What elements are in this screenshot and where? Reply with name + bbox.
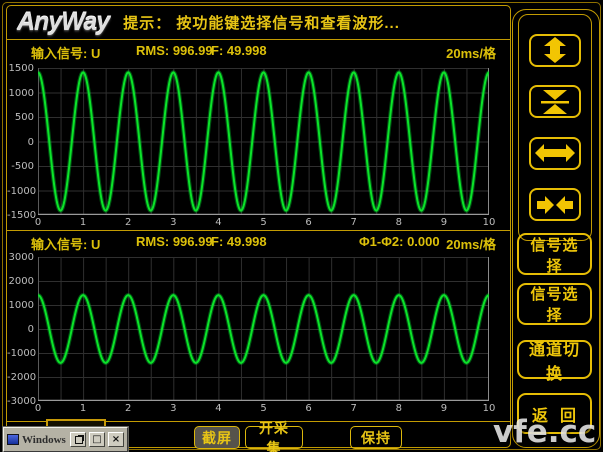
hint-text: 提示： 按功能键选择信号和查看波形... — [123, 12, 400, 33]
y-axis-tick-label: 0 — [7, 137, 34, 148]
x-axis-tick-label: 2 — [119, 403, 137, 414]
y-axis-tick-label: -1000 — [7, 348, 34, 359]
waveform-plot-1 — [38, 68, 489, 215]
taskbar-window[interactable]: Windows ... □ × — [3, 427, 128, 452]
sidebar: 信号选择 信号选择 通道切换 返 回 — [512, 9, 600, 448]
screenshot-button[interactable]: 截屏 — [194, 426, 240, 449]
expand-horizontal-icon — [535, 140, 575, 166]
x-axis-tick-label: 3 — [164, 403, 182, 414]
x-axis-tick-label: 9 — [435, 403, 453, 414]
x-axis-tick-label: 6 — [300, 403, 318, 414]
expand-vertical-button[interactable] — [529, 34, 581, 67]
waveform-plot-2 — [38, 257, 489, 401]
chart1-signal-label: 输入信号: U — [31, 43, 100, 62]
waveform-svg — [38, 68, 489, 215]
x-axis-tick-label: 8 — [390, 217, 408, 228]
x-axis-tick-label: 10 — [480, 217, 498, 228]
main-panel: AnyWay 提示： 按功能键选择信号和查看波形... 输入信号: U RMS:… — [6, 5, 511, 448]
chart2-timebase: 20ms/格 — [446, 234, 496, 253]
chart1-timebase: 20ms/格 — [446, 43, 496, 62]
y-axis-tick-label: -500 — [7, 161, 34, 172]
chart1-frequency-value: F: 49.998 — [211, 43, 267, 58]
y-axis-tick-label: 1000 — [7, 88, 34, 99]
y-axis-tick-label: 1000 — [7, 300, 34, 311]
start-acquisition-button[interactable]: 开采集 — [245, 426, 303, 449]
x-axis-tick-label: 0 — [29, 403, 47, 414]
chart2-frequency-value: F: 49.998 — [211, 234, 267, 249]
channel-switch-label: 通道切换 — [525, 336, 584, 384]
anyway-logo: AnyWay — [17, 8, 109, 37]
panel-separator — [7, 230, 510, 231]
x-axis-tick-label: 1 — [74, 217, 92, 228]
hold-button[interactable]: 保持 — [350, 426, 402, 449]
x-axis-tick-label: 10 — [480, 403, 498, 414]
expand-vertical-icon — [535, 37, 575, 63]
x-axis-tick-label: 7 — [345, 217, 363, 228]
x-axis-tick-label: 1 — [74, 403, 92, 414]
chart2-header: 输入信号: U RMS: 996.99 F: 49.998 Φ1-Φ2: 0.0… — [7, 234, 510, 254]
signal-select-up-label: 信号选择 — [525, 234, 584, 276]
chart1-header: 输入信号: U RMS: 996.99 F: 49.998 20ms/格 — [7, 43, 510, 63]
y-axis-tick-label: -2000 — [7, 372, 34, 383]
signal-select-down-label: 信号选择 — [525, 283, 584, 325]
waveform-svg — [38, 257, 489, 401]
x-axis-tick-label: 3 — [164, 217, 182, 228]
compress-horizontal-button[interactable] — [529, 188, 581, 221]
window-icon — [7, 434, 19, 445]
chart2-phase-value: Φ1-Φ2: 0.000 — [359, 234, 440, 249]
chart1-rms-value: RMS: 996.99 — [136, 43, 213, 58]
x-axis-tick-label: 0 — [29, 217, 47, 228]
x-axis-tick-label: 5 — [255, 217, 273, 228]
compress-horizontal-icon — [535, 192, 575, 218]
x-axis-tick-label: 5 — [255, 403, 273, 414]
y-axis-tick-label: 1500 — [7, 63, 34, 74]
title-bar: AnyWay 提示： 按功能键选择信号和查看波形... — [7, 6, 510, 40]
compress-vertical-button[interactable] — [529, 85, 581, 118]
restore-icon — [75, 436, 83, 444]
close-button[interactable]: × — [108, 432, 124, 447]
restore-button[interactable] — [70, 432, 86, 447]
oscilloscope-screen: AnyWay 提示： 按功能键选择信号和查看波形... 输入信号: U RMS:… — [0, 0, 603, 452]
signal-select-down-button[interactable]: 信号选择 — [517, 283, 592, 325]
x-axis-tick-label: 6 — [300, 217, 318, 228]
y-axis-tick-label: 500 — [7, 112, 34, 123]
x-axis-tick-label: 7 — [345, 403, 363, 414]
x-axis-tick-label: 9 — [435, 217, 453, 228]
y-axis-tick-label: 0 — [7, 324, 34, 335]
signal-select-up-button[interactable]: 信号选择 — [517, 233, 592, 275]
vfe-watermark: vfe.cc — [493, 414, 596, 450]
maximize-button[interactable]: □ — [89, 432, 105, 447]
x-axis-tick-label: 8 — [390, 403, 408, 414]
y-axis-tick-label: 3000 — [7, 252, 34, 263]
x-axis-tick-label: 4 — [209, 217, 227, 228]
window-title: Windows ... — [22, 434, 67, 446]
y-axis-tick-label: 2000 — [7, 276, 34, 287]
channel-switch-button[interactable]: 通道切换 — [517, 340, 592, 379]
compress-vertical-icon — [535, 89, 575, 115]
y-axis-tick-label: -1000 — [7, 186, 34, 197]
x-axis-tick-label: 4 — [209, 403, 227, 414]
chart2-rms-value: RMS: 996.99 — [136, 234, 213, 249]
zoom-button-group — [518, 14, 592, 241]
chart2-signal-label: 输入信号: U — [31, 234, 100, 253]
x-axis-tick-label: 2 — [119, 217, 137, 228]
expand-horizontal-button[interactable] — [529, 137, 581, 170]
